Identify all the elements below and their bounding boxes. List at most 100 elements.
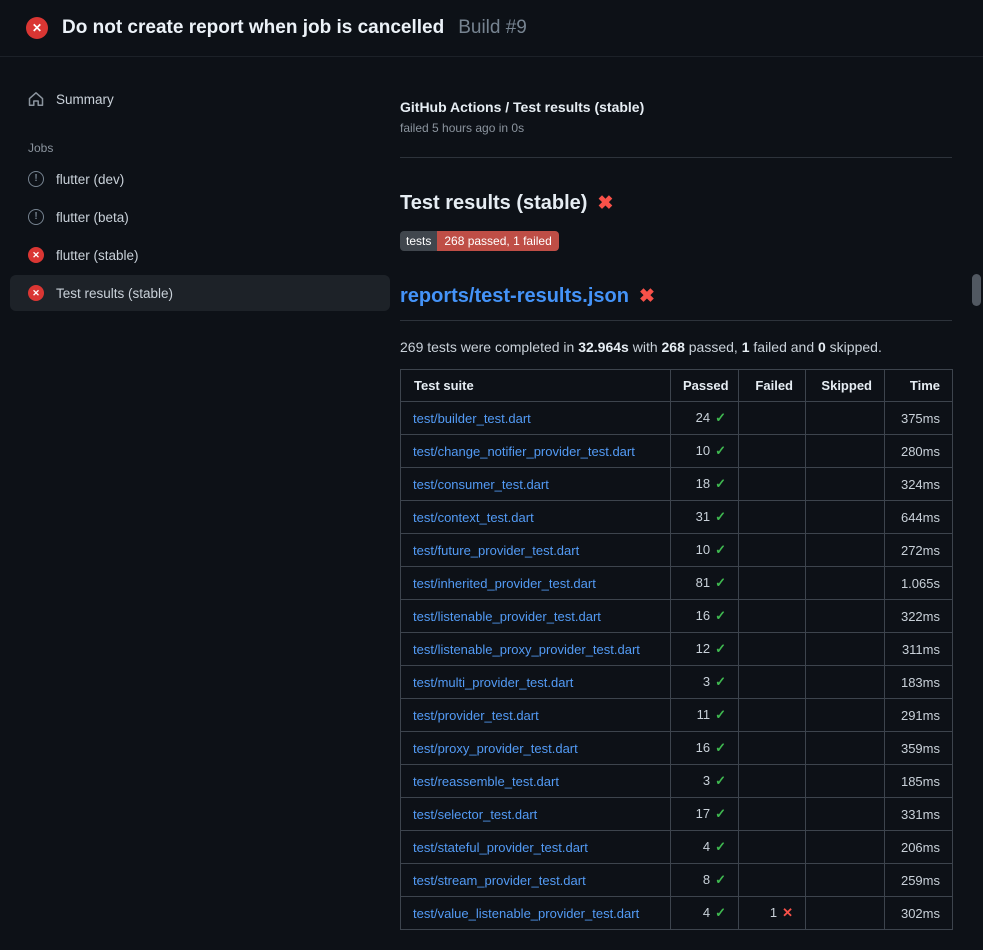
passed-count-cell: 8✓: [671, 864, 739, 897]
passed-count: 4: [703, 839, 710, 854]
suite-cell: test/reassemble_test.dart: [401, 765, 671, 798]
passed-count-cell: 16✓: [671, 732, 739, 765]
tests-badge: tests 268 passed, 1 failed: [400, 231, 559, 251]
summary-passed-count: 268: [662, 339, 685, 355]
suite-cell: test/listenable_provider_test.dart: [401, 600, 671, 633]
main-content: GitHub Actions / Test results (stable) f…: [400, 57, 983, 930]
suite-cell: test/provider_test.dart: [401, 699, 671, 732]
page-layout: Summary Jobs ! flutter (dev) ! flutter (…: [0, 57, 983, 930]
table-row: test/value_listenable_provider_test.dart…: [401, 897, 953, 930]
check-icon: ✓: [715, 476, 726, 491]
passed-count: 10: [696, 443, 710, 458]
test-suite-link[interactable]: test/builder_test.dart: [413, 411, 531, 426]
skipped-count-cell: [806, 600, 885, 633]
table-row: test/change_notifier_provider_test.dart 1…: [401, 435, 953, 468]
passed-count: 4: [703, 905, 710, 920]
failed-count-cell: [739, 732, 806, 765]
time-cell: 302ms: [885, 897, 953, 930]
run-header: ✕ Do not create report when job is cance…: [0, 0, 983, 57]
test-suite-link[interactable]: test/multi_provider_test.dart: [413, 675, 573, 690]
test-suite-link[interactable]: test/listenable_proxy_provider_test.dart: [413, 642, 640, 657]
column-header-test-suite: Test suite: [401, 370, 671, 402]
test-suite-link[interactable]: test/inherited_provider_test.dart: [413, 576, 596, 591]
failed-x-icon: ✖: [639, 287, 655, 306]
failed-count-cell: [739, 468, 806, 501]
passed-count: 18: [696, 476, 710, 491]
test-suite-link[interactable]: test/proxy_provider_test.dart: [413, 741, 578, 756]
sidebar-item-flutter-stable[interactable]: ✕ flutter (stable): [10, 237, 390, 273]
passed-count-cell: 10✓: [671, 534, 739, 567]
test-suite-link[interactable]: test/reassemble_test.dart: [413, 774, 559, 789]
failed-count-cell: [739, 435, 806, 468]
results-table: Test suite Passed Failed Skipped Time te…: [400, 369, 953, 930]
passed-count: 16: [696, 608, 710, 623]
check-icon: ✓: [715, 608, 726, 623]
failed-count-cell: [739, 831, 806, 864]
check-icon: ✓: [715, 575, 726, 590]
test-suite-link[interactable]: test/stateful_provider_test.dart: [413, 840, 588, 855]
skipped-count-cell: [806, 567, 885, 600]
passed-count-cell: 16 ✓: [671, 600, 739, 633]
test-suite-link[interactable]: test/consumer_test.dart: [413, 477, 549, 492]
suite-cell: test/stream_provider_test.dart: [401, 864, 671, 897]
section-title-text: Test results (stable): [400, 192, 587, 215]
failed-count-cell: 1✕: [739, 897, 806, 930]
test-suite-link[interactable]: test/change_notifier_provider_test.dart: [413, 444, 635, 459]
failed-count-cell: [739, 798, 806, 831]
test-suite-link[interactable]: test/value_listenable_provider_test.dart: [413, 906, 639, 921]
suite-cell: test/context_test.dart: [401, 501, 671, 534]
run-meta: failed 5 hours ago in 0s: [400, 121, 952, 135]
jobs-section-label: Jobs: [28, 141, 400, 155]
suite-cell: test/proxy_provider_test.dart: [401, 732, 671, 765]
suite-cell: test/value_listenable_provider_test.dart: [401, 897, 671, 930]
test-suite-link[interactable]: test/context_test.dart: [413, 510, 534, 525]
table-header-row: Test suite Passed Failed Skipped Time: [401, 370, 953, 402]
passed-count-cell: 11✓: [671, 699, 739, 732]
passed-count-cell: 31✓: [671, 501, 739, 534]
passed-count-cell: 17✓: [671, 798, 739, 831]
sidebar-item-label: flutter (stable): [56, 248, 139, 263]
summary-text: with: [629, 339, 662, 355]
breadcrumb: GitHub Actions / Test results (stable): [400, 99, 952, 115]
skipped-count-cell: [806, 765, 885, 798]
passed-count-cell: 10✓: [671, 435, 739, 468]
time-cell: 644ms: [885, 501, 953, 534]
cross-icon: ✕: [782, 905, 793, 920]
table-row: test/provider_test.dart 11✓ 291ms: [401, 699, 953, 732]
summary-skipped-count: 0: [818, 339, 826, 355]
check-icon: ✓: [715, 509, 726, 524]
failed-count-cell: [739, 567, 806, 600]
section-title: Test results (stable) ✖: [400, 192, 952, 215]
neutral-status-icon: !: [28, 171, 44, 187]
time-cell: 272ms: [885, 534, 953, 567]
sidebar: Summary Jobs ! flutter (dev) ! flutter (…: [0, 57, 400, 313]
sidebar-item-test-results-stable[interactable]: ✕ Test results (stable): [10, 275, 390, 311]
skipped-count-cell: [806, 732, 885, 765]
test-suite-link[interactable]: test/provider_test.dart: [413, 708, 539, 723]
skipped-count-cell: [806, 699, 885, 732]
column-header-passed: Passed: [671, 370, 739, 402]
test-suite-link[interactable]: test/stream_provider_test.dart: [413, 873, 586, 888]
skipped-count-cell: [806, 897, 885, 930]
sidebar-item-flutter-dev[interactable]: ! flutter (dev): [10, 161, 390, 197]
test-suite-link[interactable]: test/listenable_provider_test.dart: [413, 609, 601, 624]
test-suite-link[interactable]: test/future_provider_test.dart: [413, 543, 579, 558]
check-icon: ✓: [715, 740, 726, 755]
time-cell: 185ms: [885, 765, 953, 798]
suite-cell: test/multi_provider_test.dart: [401, 666, 671, 699]
scrollbar-thumb[interactable]: [972, 274, 981, 306]
report-file-link[interactable]: reports/test-results.json: [400, 285, 629, 308]
time-cell: 206ms: [885, 831, 953, 864]
results-summary: 269 tests were completed in 32.964s with…: [400, 339, 952, 355]
check-icon: ✓: [715, 707, 726, 722]
skipped-count-cell: [806, 666, 885, 699]
check-icon: ✓: [715, 839, 726, 854]
sidebar-item-flutter-beta[interactable]: ! flutter (beta): [10, 199, 390, 235]
skipped-count-cell: [806, 831, 885, 864]
divider: [400, 157, 952, 158]
time-cell: 291ms: [885, 699, 953, 732]
test-suite-link[interactable]: test/selector_test.dart: [413, 807, 537, 822]
failed-count-cell: [739, 534, 806, 567]
table-row: test/reassemble_test.dart3✓185ms: [401, 765, 953, 798]
sidebar-item-summary[interactable]: Summary: [10, 81, 390, 117]
